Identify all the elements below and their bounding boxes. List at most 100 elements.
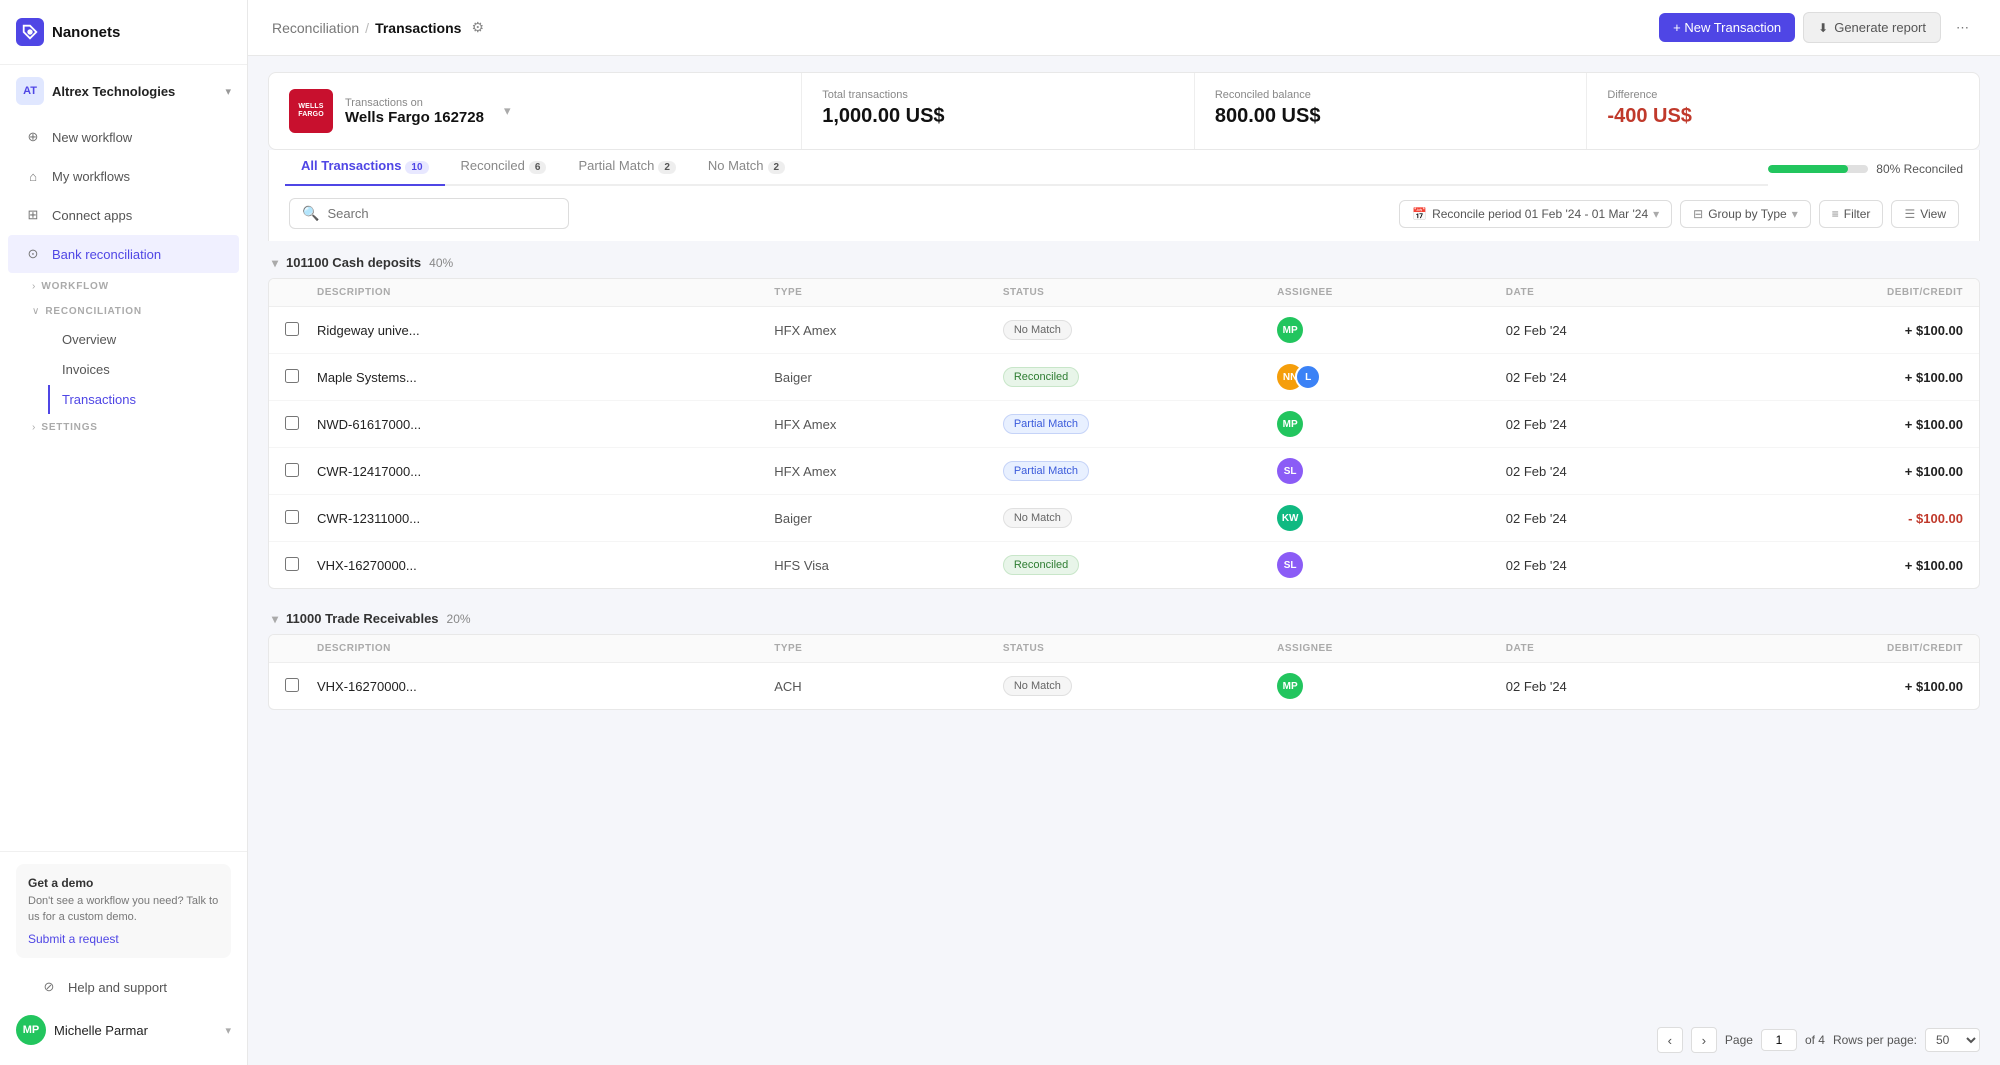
generate-report-label: Generate report bbox=[1834, 20, 1926, 35]
row-description: CWR-12417000... bbox=[317, 464, 774, 479]
row-type: HFX Amex bbox=[774, 417, 1003, 432]
toolbar-right: 📅 Reconcile period 01 Feb '24 - 01 Mar '… bbox=[1399, 200, 1959, 228]
tab-label: Reconciled bbox=[461, 158, 525, 173]
row-checkbox[interactable] bbox=[285, 510, 299, 524]
row-checkbox[interactable] bbox=[285, 369, 299, 383]
tab-label: Partial Match bbox=[578, 158, 654, 173]
row-checkbox[interactable] bbox=[285, 557, 299, 571]
sidebar-item-transactions[interactable]: Transactions bbox=[48, 385, 239, 414]
row-checkbox-cell bbox=[285, 557, 317, 574]
tabs-container: All Transactions10Reconciled6Partial Mat… bbox=[268, 150, 1980, 186]
user-profile[interactable]: MP Michelle Parmar ▾ bbox=[16, 1007, 231, 1053]
sidebar-logo: Nanonets bbox=[0, 0, 247, 65]
page-input[interactable] bbox=[1761, 1029, 1797, 1051]
settings-toggle[interactable]: › SETTINGS bbox=[16, 415, 247, 440]
rows-per-page-label: Rows per page: bbox=[1833, 1033, 1917, 1047]
bank-logo: WELLS FARGO bbox=[289, 89, 333, 133]
new-transaction-button[interactable]: + New Transaction bbox=[1659, 13, 1795, 42]
main-content: Reconciliation / Transactions ⚙ + New Tr… bbox=[248, 0, 2000, 1065]
table-header-0: DESCRIPTION TYPE STATUS ASSIGNEE DATE DE… bbox=[269, 279, 1979, 307]
sidebar-item-help[interactable]: ⊘ Help and support bbox=[24, 968, 223, 1006]
generate-report-button[interactable]: ⬇ Generate report bbox=[1803, 12, 1941, 43]
plus-circle-icon: ⊕ bbox=[24, 128, 42, 146]
sidebar-item-label: Connect apps bbox=[52, 208, 132, 223]
tab-reconciled[interactable]: Reconciled6 bbox=[445, 150, 563, 186]
progress-bar bbox=[1768, 165, 1868, 173]
workflow-label: WORKFLOW bbox=[41, 281, 109, 292]
row-checkbox-cell bbox=[285, 510, 317, 527]
avatar: MP bbox=[1277, 673, 1303, 699]
org-name: Altrex Technologies bbox=[52, 84, 175, 99]
assignee-stack: MP bbox=[1277, 673, 1303, 699]
row-checkbox-cell bbox=[285, 678, 317, 695]
table-row: VHX-16270000... HFS Visa Reconciled SL 0… bbox=[269, 542, 1979, 588]
tab-all[interactable]: All Transactions10 bbox=[285, 150, 445, 186]
bank-label: Transactions on bbox=[345, 97, 484, 109]
reconciliation-toggle[interactable]: ∨ RECONCILIATION bbox=[16, 299, 247, 324]
logo-icon bbox=[16, 18, 44, 46]
org-icon: AT bbox=[16, 77, 44, 105]
workflow-toggle[interactable]: › WORKFLOW bbox=[16, 274, 247, 299]
search-input[interactable] bbox=[327, 206, 556, 221]
sidebar-item-invoices[interactable]: Invoices bbox=[48, 355, 239, 384]
tab-badge-all: 10 bbox=[405, 161, 428, 174]
row-checkbox[interactable] bbox=[285, 322, 299, 336]
row-description: VHX-16270000... bbox=[317, 558, 774, 573]
assignee-stack: MP bbox=[1277, 411, 1303, 437]
sidebar: Nanonets AT Altrex Technologies ▾ ⊕ New … bbox=[0, 0, 248, 1065]
table-header-1: DESCRIPTION TYPE STATUS ASSIGNEE DATE DE… bbox=[269, 635, 1979, 663]
search-box: 🔍 bbox=[289, 198, 569, 229]
tab-no-match[interactable]: No Match2 bbox=[692, 150, 801, 186]
row-date: 02 Feb '24 bbox=[1506, 511, 1735, 526]
group-by-button[interactable]: ⊟ Group by Type ▾ bbox=[1680, 200, 1811, 228]
row-assignee: NNL bbox=[1277, 364, 1506, 390]
row-checkbox-cell bbox=[285, 463, 317, 480]
row-checkbox[interactable] bbox=[285, 678, 299, 692]
prev-page-button[interactable]: ‹ bbox=[1657, 1027, 1683, 1053]
row-date: 02 Feb '24 bbox=[1506, 679, 1735, 694]
difference-value: -400 US$ bbox=[1607, 105, 1959, 128]
breadcrumb-parent[interactable]: Reconciliation bbox=[272, 20, 359, 36]
table-container-1: DESCRIPTION TYPE STATUS ASSIGNEE DATE DE… bbox=[268, 634, 1980, 710]
bank-abbr: WELLS FARGO bbox=[298, 103, 324, 120]
demo-box: Get a demo Don't see a workflow you need… bbox=[16, 864, 231, 958]
row-checkbox[interactable] bbox=[285, 416, 299, 430]
row-status: No Match bbox=[1003, 508, 1277, 528]
group-name: 101100 Cash deposits bbox=[286, 255, 421, 270]
total-label: Total transactions bbox=[822, 89, 1174, 101]
row-assignee: MP bbox=[1277, 317, 1506, 343]
sidebar-item-overview[interactable]: Overview bbox=[48, 325, 239, 354]
more-options-button[interactable]: ⋯ bbox=[1949, 13, 1976, 43]
status-badge: No Match bbox=[1003, 320, 1072, 340]
tab-partial[interactable]: Partial Match2 bbox=[562, 150, 691, 186]
bank-chevron-icon[interactable]: ▾ bbox=[504, 103, 511, 119]
user-name: Michelle Parmar bbox=[54, 1023, 217, 1038]
sidebar-nav: ⊕ New workflow ⌂ My workflows ⊞ Connect … bbox=[0, 117, 247, 851]
view-button[interactable]: ☰ View bbox=[1891, 200, 1959, 228]
sidebar-item-my-workflows[interactable]: ⌂ My workflows bbox=[8, 157, 239, 195]
sidebar-item-new-workflow[interactable]: ⊕ New workflow bbox=[8, 118, 239, 156]
help-label: Help and support bbox=[68, 980, 167, 995]
org-selector[interactable]: AT Altrex Technologies ▾ bbox=[0, 65, 247, 117]
topbar-actions: + New Transaction ⬇ Generate report ⋯ bbox=[1659, 12, 1976, 43]
breadcrumb-separator: / bbox=[365, 20, 369, 36]
invoices-label: Invoices bbox=[62, 362, 110, 377]
group-header-0[interactable]: ▾101100 Cash deposits40% bbox=[268, 241, 1980, 278]
row-checkbox[interactable] bbox=[285, 463, 299, 477]
group-header-1[interactable]: ▾11000 Trade Receivables20% bbox=[268, 597, 1980, 634]
grid-icon: ⊞ bbox=[24, 206, 42, 224]
settings-gear-icon[interactable]: ⚙ bbox=[471, 19, 484, 36]
sidebar-item-connect-apps[interactable]: ⊞ Connect apps bbox=[8, 196, 239, 234]
reconcile-period-button[interactable]: 📅 Reconcile period 01 Feb '24 - 01 Mar '… bbox=[1399, 200, 1672, 228]
sidebar-item-bank-recon[interactable]: ⊙ Bank reconciliation bbox=[8, 235, 239, 273]
reconcile-period-label: Reconcile period 01 Feb '24 - 01 Mar '24 bbox=[1432, 207, 1648, 221]
avatar: KW bbox=[1277, 505, 1303, 531]
view-label: View bbox=[1920, 207, 1946, 221]
overview-label: Overview bbox=[62, 332, 116, 347]
rows-per-page-select[interactable]: 50 25 100 bbox=[1925, 1028, 1980, 1052]
filter-button[interactable]: ≡ Filter bbox=[1819, 200, 1884, 228]
submit-request-link[interactable]: Submit a request bbox=[28, 932, 119, 946]
row-amount: + $100.00 bbox=[1734, 679, 1963, 694]
row-assignee: SL bbox=[1277, 552, 1506, 578]
next-page-button[interactable]: › bbox=[1691, 1027, 1717, 1053]
